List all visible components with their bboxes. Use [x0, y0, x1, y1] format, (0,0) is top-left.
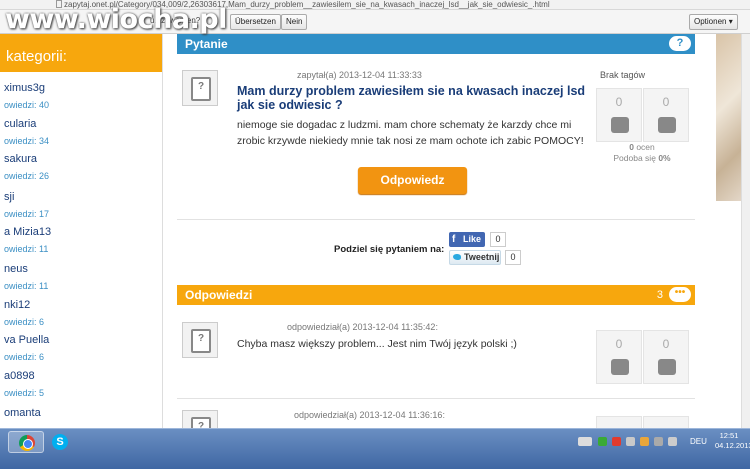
language-indicator[interactable]: DEU [690, 437, 707, 446]
answer-vote-up-button[interactable] [596, 416, 642, 428]
security-icon[interactable] [598, 437, 607, 446]
answerer-avatar[interactable] [182, 410, 218, 428]
thumbs-up-icon [611, 117, 629, 133]
sidebar-user[interactable]: omanta [4, 407, 41, 419]
answer-text: Chyba masz większy problem... Jest nim T… [237, 338, 517, 350]
vote-up-button[interactable]: 0 [596, 88, 642, 142]
answers-section-title: Odpowiedzi [185, 288, 253, 302]
sidebar-user[interactable]: sakura owiedzi: 26 [4, 153, 49, 181]
sidebar-user[interactable]: cularia owiedzi: 34 [4, 118, 49, 146]
options-button[interactable]: Optionen ▾ [689, 14, 738, 30]
skype-icon: S [52, 434, 68, 450]
thumbs-down-icon [658, 359, 676, 375]
likes-value: 0% [658, 153, 671, 163]
tray-app-icon[interactable] [640, 437, 649, 446]
taskbar: S DEU 12:51 04.12.2013 [0, 428, 750, 469]
answers-count: 3 [656, 289, 663, 301]
tweet-count: 0 [505, 250, 521, 265]
divider [177, 398, 695, 399]
share-label: Podziel się pytaniem na: [334, 244, 445, 255]
answer-vote-up-button[interactable]: 0 [596, 330, 642, 384]
thumbs-down-icon [658, 117, 676, 133]
tags-label: Brak tagów [600, 70, 646, 80]
watermark-logo: www.wiocha.pl [5, 4, 227, 35]
answers-header: Odpowiedzi 3 ••• [177, 285, 695, 305]
sidebar-user[interactable]: nki12 owiedzi: 6 [4, 299, 44, 327]
question-bubble-icon: ? [669, 36, 691, 51]
tray-app-icon[interactable] [612, 437, 621, 446]
ratings-label: ocen [636, 142, 655, 152]
translate-button[interactable]: Übersetzen [230, 14, 281, 30]
question-title: Mam durzy problem zawiesiłem sie na kwas… [237, 84, 586, 112]
ratings-summary: 0 ocen Podoba się 0% [596, 142, 688, 164]
answerer-avatar[interactable] [182, 322, 218, 358]
like-count: 0 [490, 232, 506, 247]
no-button[interactable]: Nein [281, 14, 308, 30]
tweet-button[interactable]: Tweetnij [449, 250, 501, 265]
divider [177, 219, 695, 220]
keyboard-icon[interactable] [578, 437, 592, 446]
sidebar-user[interactable]: va Puella owiedzi: 6 [4, 334, 49, 362]
answer-vote-down-button[interactable]: 0 [643, 330, 689, 384]
sidebar-user[interactable]: neus owiedzi: 11 [4, 263, 48, 291]
tray-app-icon[interactable] [626, 437, 635, 446]
sidebar-user[interactable]: a Mizia13 owiedzi: 11 [4, 226, 51, 254]
clock[interactable]: 12:51 04.12.2013 [715, 431, 750, 451]
question-body: niemoge sie dogadac z ludzmi. mam chore … [237, 119, 584, 147]
vote-down-button[interactable]: 0 [643, 88, 689, 142]
scrollbar[interactable] [741, 34, 750, 428]
thumbs-up-icon [611, 359, 629, 375]
asker-avatar[interactable] [182, 70, 218, 106]
question-meta: zapytał(a) 2013-12-04 11:33:33 [297, 70, 422, 80]
volume-icon[interactable] [668, 437, 677, 446]
speech-bubble-icon: ••• [669, 287, 691, 302]
chrome-icon [19, 435, 35, 451]
network-icon[interactable] [654, 437, 663, 446]
likes-label: Podoba się [613, 153, 656, 163]
taskbar-skype[interactable]: S [42, 431, 78, 453]
taskbar-chrome[interactable] [8, 431, 44, 453]
answer-meta: odpowiedział(a) 2013-12-04 11:36:16: [294, 410, 445, 420]
sidebar-user[interactable]: a0898 owiedzi: 5 [4, 370, 44, 398]
ratings-count: 0 [629, 142, 634, 152]
sidebar-title: kategorii: [0, 34, 162, 72]
answer-vote-down-button[interactable] [643, 416, 689, 428]
question-header: Pytanie ? [177, 34, 695, 54]
sidebar-user[interactable]: ximus3g owiedzi: 40 [4, 82, 49, 110]
answer-meta: odpowiedział(a) 2013-12-04 11:35:42: [287, 322, 438, 332]
sidebar: kategorii: ximus3g owiedzi: 40 cularia owi… [0, 34, 163, 428]
facebook-like-button[interactable]: Like [449, 232, 485, 247]
answer-button[interactable]: Odpowiedz [358, 167, 467, 194]
sidebar-user[interactable]: sji owiedzi: 17 [4, 191, 49, 219]
question-section-title: Pytanie [185, 37, 228, 51]
